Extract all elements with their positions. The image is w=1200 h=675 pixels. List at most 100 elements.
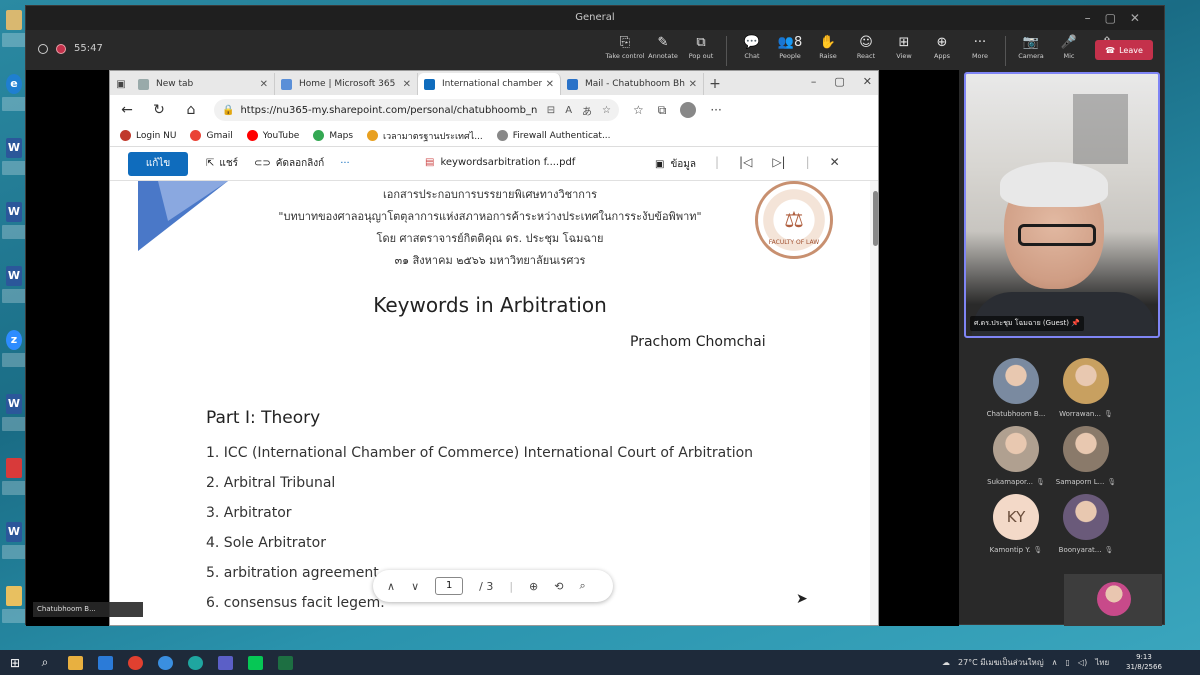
leave-button[interactable]: ☎ Leave — [1095, 40, 1153, 60]
close-tab-icon[interactable]: ✕ — [546, 79, 554, 90]
edge-shortcut-icon[interactable]: e — [2, 74, 26, 126]
more-button[interactable]: ··· More — [961, 34, 999, 68]
next-page-icon[interactable]: ∨ — [411, 580, 419, 593]
close-viewer-icon[interactable]: ✕ — [830, 155, 840, 169]
clock[interactable]: 9:13 31/8/2566 — [1126, 652, 1162, 672]
teams-icon[interactable] — [210, 650, 240, 675]
app-shortcut-icon[interactable] — [2, 458, 26, 510]
raise-hand-button[interactable]: ✋ Raise — [809, 34, 847, 68]
weather-text[interactable]: 27°C มีเมฆเป็นส่วนใหญ่ — [958, 656, 1044, 669]
profile-avatar[interactable] — [680, 102, 697, 118]
close-tab-icon[interactable]: ✕ — [689, 79, 697, 90]
zoom-shortcut-icon[interactable]: z — [2, 330, 26, 382]
word-doc-icon[interactable]: W — [2, 138, 26, 190]
tab-title: International chamber o... — [442, 79, 542, 89]
close-tab-icon[interactable]: ✕ — [260, 79, 268, 90]
mail-icon[interactable] — [90, 650, 120, 675]
search-icon[interactable]: ⌕ — [30, 650, 60, 675]
more-options-button[interactable]: ··· — [340, 158, 350, 169]
scroll-thumb[interactable] — [873, 191, 878, 246]
edge-icon[interactable] — [180, 650, 210, 675]
desktop-shortcut-icon[interactable] — [2, 10, 26, 62]
first-page-icon[interactable]: |◁ — [739, 155, 752, 169]
camera-button[interactable]: 📷 Camera — [1012, 34, 1050, 68]
teams-meeting-window: General –▢✕ 55:47 ⎘ Take control ✎ Annotate… — [25, 5, 1165, 626]
new-tab-button[interactable]: + — [704, 73, 726, 95]
tab-actions-icon[interactable]: ▣ — [110, 73, 132, 95]
rotate-icon[interactable]: ⟲ — [554, 580, 563, 593]
folder-icon[interactable] — [2, 586, 26, 638]
apps-button[interactable]: ⊕ Apps — [923, 34, 961, 68]
favorite-link[interactable]: Login NU — [120, 130, 176, 141]
refresh-icon[interactable]: ↻ — [150, 102, 168, 118]
favorite-link[interactable]: Firewall Authenticat... — [496, 130, 611, 141]
split-screen-icon[interactable]: ⊟ — [547, 105, 555, 116]
favorites-icon[interactable]: ☆ — [633, 103, 644, 117]
network-icon[interactable]: ▯ — [1066, 658, 1070, 667]
take-control-button[interactable]: ⎘ Take control — [606, 34, 645, 68]
address-bar[interactable]: 🔒 https://nu365-my.sharepoint.com/person… — [214, 99, 619, 121]
windows-taskbar: ⊞ ⌕ ☁ 27°C มีเมฆเป็นส่วนใหญ่ ∧ ▯ ◁) ไทย … — [0, 650, 1200, 675]
collections-icon[interactable]: ⧉ — [658, 103, 667, 118]
speaker-video-tile[interactable]: ศ.ดร.ประชุม โฉมฉาย (Guest) 📌 — [964, 72, 1160, 338]
prev-page-icon[interactable]: ∧ — [387, 580, 395, 593]
browser-tab[interactable]: International chamber o... ✕ — [418, 73, 561, 95]
self-video-tile[interactable] — [1064, 574, 1162, 626]
people-button[interactable]: 👥8 People — [771, 34, 809, 68]
excel-icon[interactable] — [270, 650, 300, 675]
tray-expand-icon[interactable]: ∧ — [1052, 658, 1058, 667]
language-indicator[interactable]: ไทย — [1095, 656, 1109, 669]
toolbar-divider — [726, 36, 727, 66]
annotate-button[interactable]: ✎ Annotate — [644, 34, 682, 68]
participant-tile[interactable]: Worrawan... 🎙 — [1051, 358, 1121, 418]
line-icon[interactable] — [240, 650, 270, 675]
word-doc-icon[interactable]: W — [2, 202, 26, 254]
info-button[interactable]: ▣ ข้อมูล — [655, 157, 696, 172]
favorite-link[interactable]: YouTube — [246, 130, 299, 141]
start-icon[interactable]: ⊞ — [0, 650, 30, 675]
back-icon[interactable]: ← — [118, 102, 136, 118]
participant-tile[interactable]: Boonyarat... 🎙 — [1051, 494, 1121, 554]
participant-tile[interactable]: Chatubhoom B... — [981, 358, 1051, 418]
favorite-link[interactable]: Gmail — [190, 130, 233, 141]
edit-button[interactable]: แก้ไข — [128, 151, 188, 176]
share-button[interactable]: ⇱ แชร์ — [206, 156, 238, 171]
chrome-icon[interactable] — [120, 650, 150, 675]
react-button[interactable]: ☺ React — [847, 34, 885, 68]
participant-tile[interactable]: Samaporn L... 🎙 — [1051, 426, 1121, 486]
browser-menu-icon[interactable]: ··· — [710, 103, 721, 117]
participant-tile[interactable]: Sukamapor... 🎙 — [981, 426, 1051, 486]
chat-button[interactable]: 💬 Chat — [733, 34, 771, 68]
page-number-input[interactable]: 1 — [435, 577, 464, 595]
browser-tab[interactable]: Home | Microsoft 365 ✕ — [275, 73, 418, 95]
weather-icon[interactable]: ☁ — [942, 658, 950, 667]
participant-name: Samaporn L... — [1055, 478, 1105, 486]
copy-link-button[interactable]: ⊂⊃ คัดลอกลิงก์ — [254, 156, 324, 171]
mic-button[interactable]: 🎤 Mic — [1050, 34, 1088, 68]
home-icon[interactable]: ⌂ — [182, 102, 200, 118]
browser-tab[interactable]: New tab ✕ — [132, 73, 275, 95]
browser-window-controls[interactable]: – ▢ ✕ — [811, 75, 872, 88]
favorite-star-icon[interactable]: ☆ — [602, 105, 611, 116]
word-doc-icon[interactable]: W — [2, 266, 26, 318]
word-doc-icon[interactable]: W — [2, 394, 26, 446]
pdf-scrollbar[interactable] — [870, 181, 878, 625]
participant-tile[interactable]: KY Kamontip Y. 🎙 — [981, 494, 1051, 554]
translate-icon[interactable]: あ — [582, 103, 592, 118]
close-tab-icon[interactable]: ✕ — [403, 79, 411, 90]
share-label: แชร์ — [219, 158, 238, 169]
browser-tab[interactable]: Mail - Chatubhoom Bh... ✕ — [561, 73, 704, 95]
ie-icon[interactable] — [150, 650, 180, 675]
favorite-link[interactable]: เวลามาตรฐานประเทศไ... — [367, 129, 483, 143]
window-controls[interactable]: –▢✕ — [1085, 6, 1154, 30]
last-page-icon[interactable]: ▷| — [772, 155, 785, 169]
file-explorer-icon[interactable] — [60, 650, 90, 675]
view-button[interactable]: ⊞ View — [885, 34, 923, 68]
read-aloud-icon[interactable]: A — [565, 105, 572, 116]
zoom-in-icon[interactable]: ⊕ — [529, 580, 538, 593]
favorite-link[interactable]: Maps — [313, 130, 353, 141]
search-icon[interactable]: ⌕ — [579, 579, 585, 593]
volume-icon[interactable]: ◁) — [1078, 658, 1087, 667]
pop-out-button[interactable]: ⧉ Pop out — [682, 34, 720, 68]
word-doc-icon[interactable]: W — [2, 522, 26, 574]
